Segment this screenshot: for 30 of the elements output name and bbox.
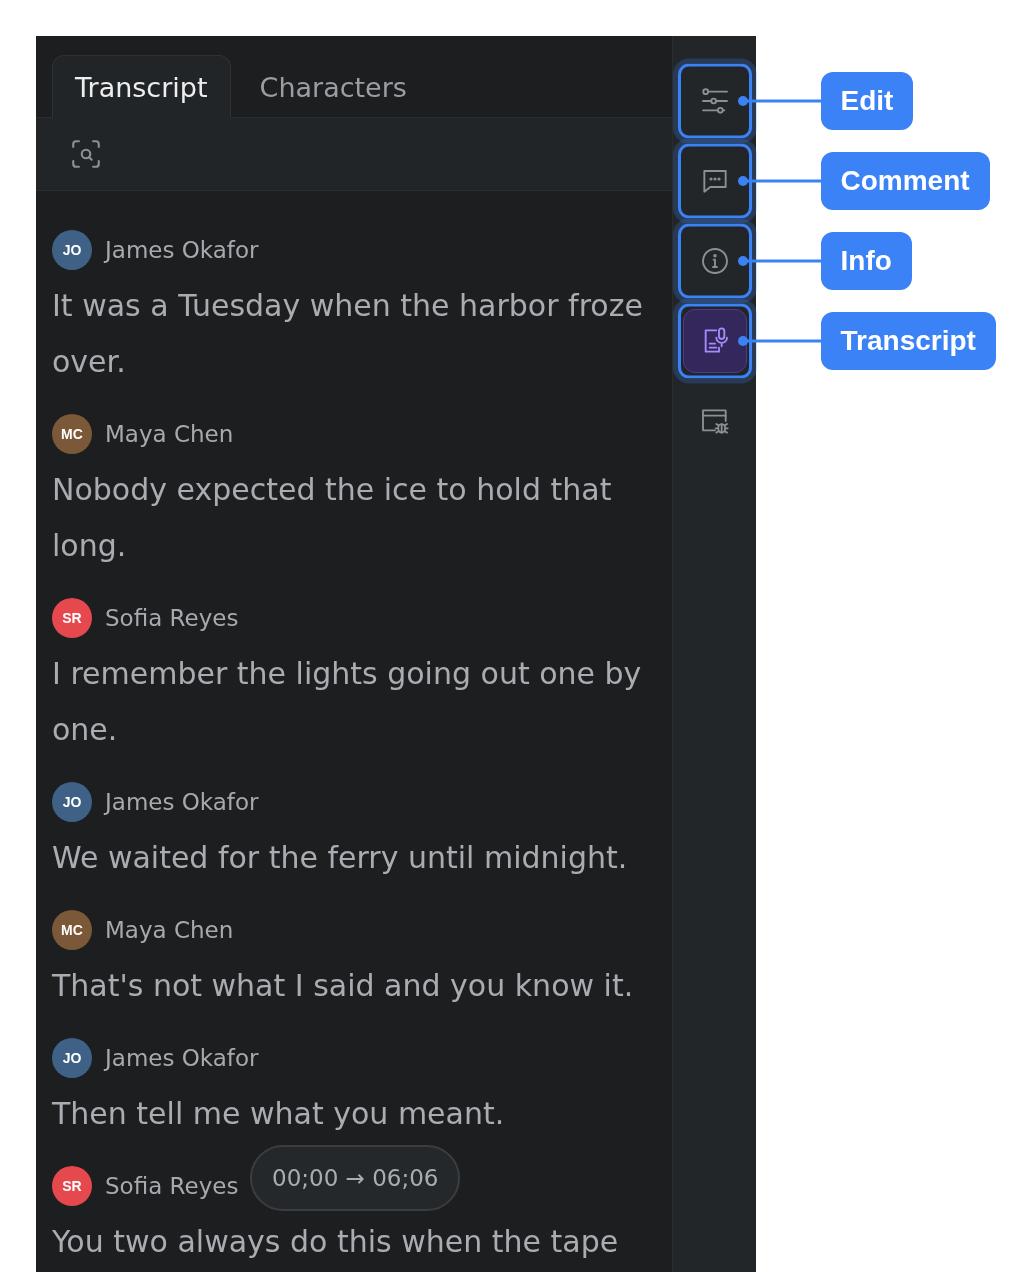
callout-label: Info	[820, 232, 912, 290]
transcript-line: You two always do this when the tape	[52, 1223, 620, 1261]
scan-search-icon	[69, 137, 103, 171]
callout-label: Edit	[820, 72, 914, 130]
avatar: JO	[52, 230, 92, 270]
transcript-line: I remember the lights going out one by one.	[52, 655, 643, 749]
speaker-name: Sofia Reyes	[105, 1173, 239, 1199]
avatar: SR	[52, 1166, 92, 1206]
avatar: MC	[52, 910, 92, 950]
transcript-line: That's not what I said and you know it.	[52, 967, 635, 1005]
speaker-name: James Okafor	[105, 789, 259, 815]
time-range-pill: 00;00 → 06;06	[250, 1145, 461, 1211]
avatar: JO	[52, 782, 92, 822]
speaker-name: James Okafor	[105, 237, 259, 263]
transcript-line: Then tell me what you meant.	[52, 1095, 506, 1133]
avatar: SR	[52, 598, 92, 638]
avatar: JO	[52, 1038, 92, 1078]
tab[interactable]: Characters	[236, 55, 430, 118]
transcript-button[interactable]	[682, 309, 747, 373]
avatar: MC	[52, 414, 92, 454]
speaker-name: Maya Chen	[105, 421, 234, 447]
transcript-line: We waited for the ferry until midnight.	[52, 839, 629, 877]
speaker-name: Maya Chen	[105, 917, 234, 943]
speaker-name: James Okafor	[105, 1045, 259, 1071]
callout-label: Transcript	[820, 312, 996, 370]
callout-label: Comment	[820, 152, 990, 210]
transcript-line: Nobody expected the ice to hold that long.	[52, 471, 613, 565]
speaker-name: Sofia Reyes	[105, 605, 239, 631]
transcript-line: It was a Tuesday when the harbor froze over.	[52, 287, 644, 381]
tab[interactable]: Transcript	[52, 55, 231, 118]
